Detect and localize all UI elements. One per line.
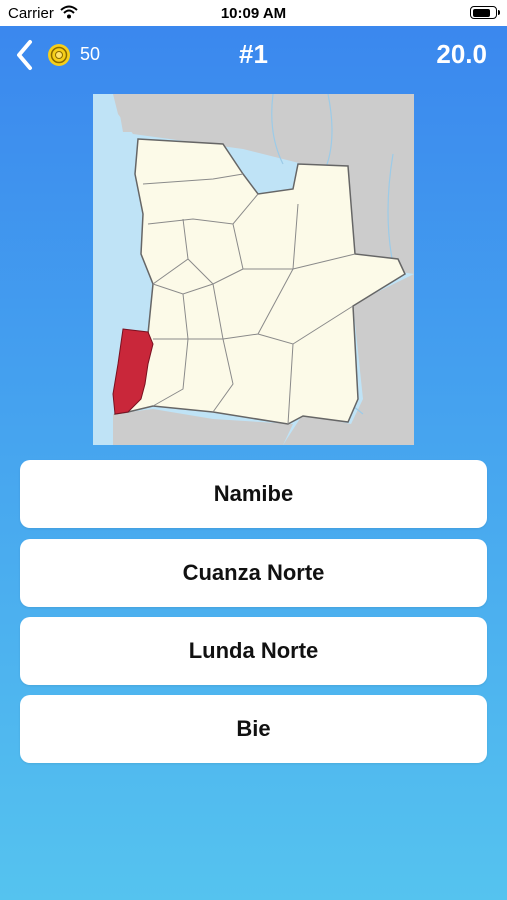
timer: 20.0 [436, 39, 487, 69]
answer-button-2[interactable]: Cuanza Norte [20, 539, 487, 607]
status-time: 10:09 AM [220, 5, 287, 22]
battery-icon [470, 6, 500, 19]
answer-button-3[interactable]: Lunda Norte [20, 617, 487, 685]
quiz-header: 50 #1 20.0 [0, 26, 507, 84]
answer-label: Cuanza Norte [182, 560, 325, 585]
answer-button-1[interactable]: Namibe [20, 460, 487, 528]
answer-label: Namibe [213, 481, 294, 506]
region-map [93, 93, 414, 445]
question-number: #1 [239, 39, 268, 69]
answer-label: Bie [236, 716, 271, 741]
answer-label: Lunda Norte [188, 638, 319, 663]
status-bar: Carrier 10:09 AM [0, 0, 507, 26]
answer-button-4[interactable]: Bie [20, 695, 487, 763]
battery-level [472, 8, 491, 17]
angola-map-image [93, 93, 414, 445]
